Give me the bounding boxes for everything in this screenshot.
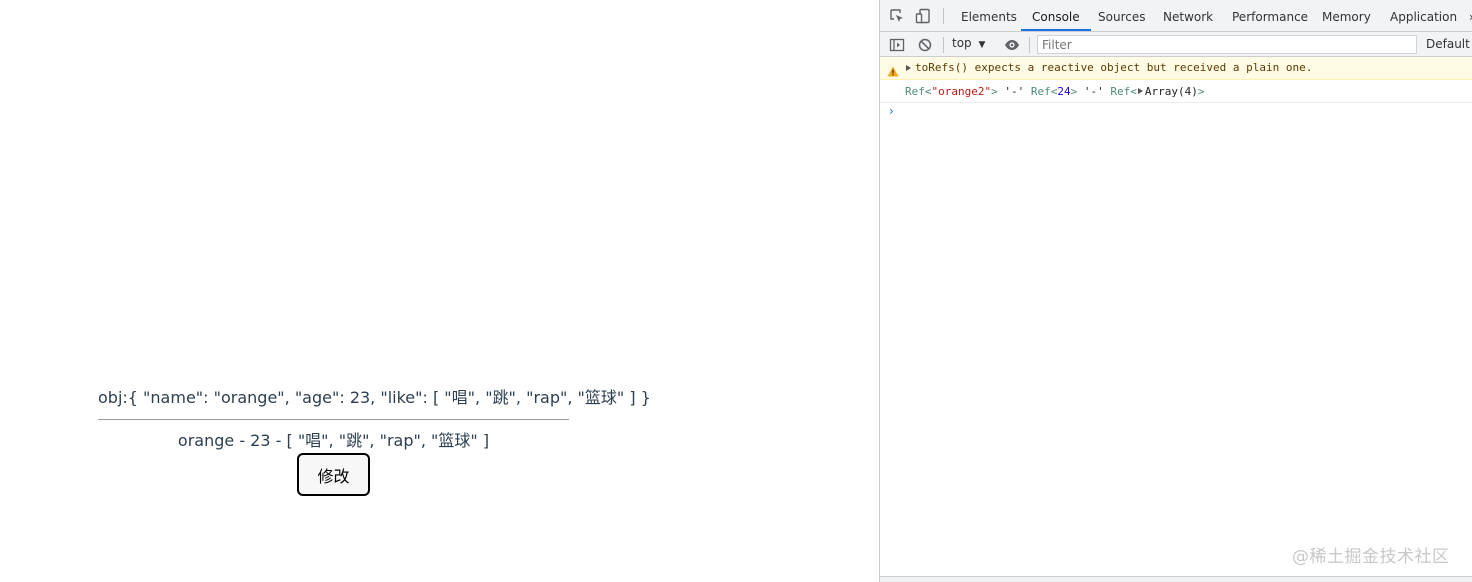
expand-array-icon[interactable] [1137,88,1143,94]
log-token: Ref< [905,85,932,98]
clear-console-icon[interactable] [917,37,933,53]
log-token: > [991,85,998,98]
log-levels-select[interactable]: Default levels [1426,37,1472,51]
watermark: @稀土掘金技术社区 [1292,547,1450,567]
context-select-value: top [952,36,972,50]
tab-console[interactable]: Console [1021,0,1091,31]
console-toolbar: top ▼ Default levels [880,32,1472,57]
expand-arrow-icon[interactable] [906,65,911,71]
tab-sources[interactable]: Sources [1087,0,1156,31]
inspect-element-icon[interactable] [889,8,905,24]
log-token: '-' [1083,85,1104,98]
toolbar-separator [943,8,944,24]
tab-network[interactable]: Network [1152,0,1224,31]
tab-elements[interactable]: Elements [950,0,1028,31]
edit-button[interactable]: 修改 [297,453,370,496]
devtools-bottom-bar [880,576,1472,582]
toolbar-separator [943,37,944,53]
toolbar-separator [1029,37,1030,53]
divider [98,419,569,420]
warning-triangle-icon [887,62,899,81]
log-token: "orange2" [931,85,992,98]
log-token: Ref< [1110,85,1137,98]
show-sidebar-icon[interactable] [889,37,905,53]
devtools-tabbar: Elements Console Sources Network Perform… [880,0,1472,32]
dropdown-arrow-icon: ▼ [978,40,986,50]
tab-application[interactable]: Application [1379,0,1468,31]
log-token: > [1197,85,1205,98]
console-prompt[interactable]: › [889,104,894,118]
warning-text: toRefs() expects a reactive object but r… [915,61,1313,74]
refs-text: orange - 23 - [ "唱", "跳", "rap", "篮球" ] [177,431,490,450]
log-token: > [1070,85,1078,98]
log-token: 24 [1057,85,1071,98]
devtools-panel: Elements Console Sources Network Perform… [879,0,1472,582]
more-tabs-button[interactable]: » [1458,0,1472,31]
tab-performance[interactable]: Performance [1221,0,1319,31]
log-token: Ref< [1030,85,1058,98]
console-log-message: Ref<"orange2"> '-' Ref<24> '-' Ref< Array… [880,81,1472,103]
device-toolbar-icon[interactable] [915,8,931,24]
app-page: obj:{ "name": "orange", "age": 23, "like… [0,0,879,582]
log-token[interactable]: Array(4) [1145,85,1198,98]
console-warning-message: toRefs() expects a reactive object but r… [880,57,1472,80]
filter-input[interactable] [1037,35,1417,54]
obj-json-text: obj:{ "name": "orange", "age": 23, "like… [98,388,651,407]
tab-memory[interactable]: Memory [1311,0,1382,31]
live-expression-eye-icon[interactable] [1004,37,1020,53]
context-select[interactable]: top ▼ [952,36,985,50]
log-token: '-' [1004,85,1025,98]
